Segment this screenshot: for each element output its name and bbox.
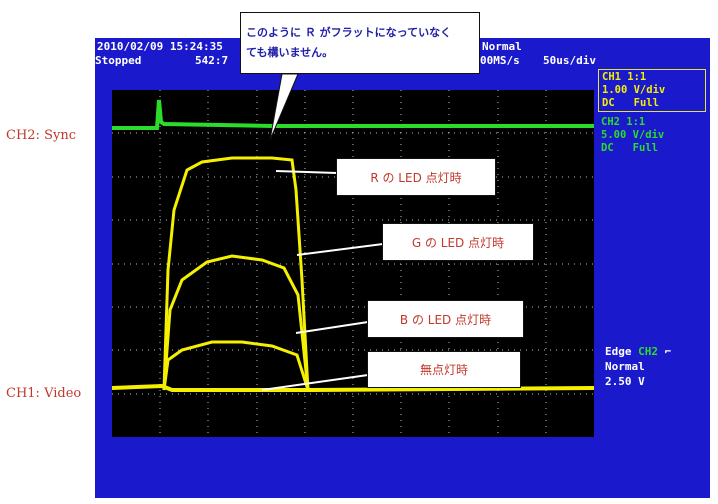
r-led-callout: R の LED 点灯時 xyxy=(336,158,496,196)
b-connector xyxy=(295,321,369,334)
g-connector xyxy=(296,243,384,256)
none-connector xyxy=(261,374,369,391)
r-connector xyxy=(275,170,338,174)
note-callout: このように Ｒ がフラットになっていなく ても構いません。 xyxy=(240,12,480,74)
g-led-callout: G の LED 点灯時 xyxy=(382,223,534,261)
callout-connectors xyxy=(261,73,384,391)
note-pointer xyxy=(269,73,299,141)
b-led-callout: B の LED 点灯時 xyxy=(367,300,524,338)
note-line-1: このように Ｒ がフラットになっていなく xyxy=(246,26,452,39)
no-led-callout: 無点灯時 xyxy=(367,351,521,388)
note-line-2: ても構いません。 xyxy=(246,46,334,59)
